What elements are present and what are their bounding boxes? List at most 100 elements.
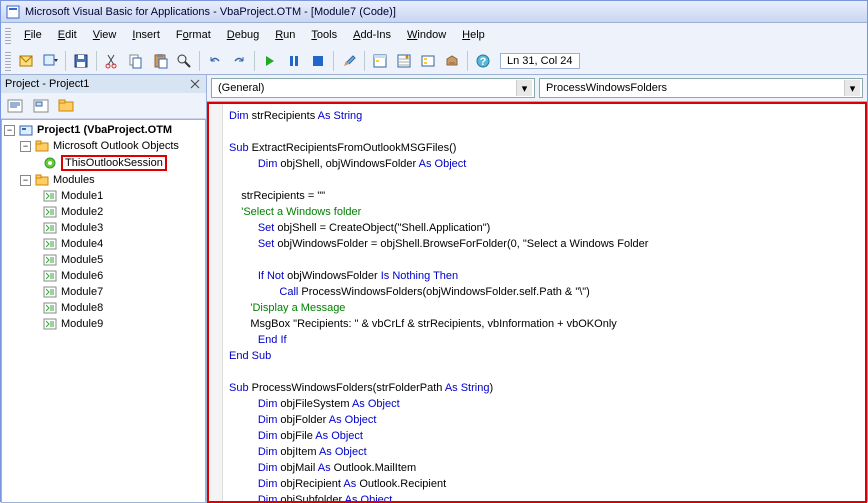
project-explorer-button[interactable] [369,50,391,72]
view-outlook-button[interactable] [15,50,37,72]
menu-debug[interactable]: Debug [220,27,266,43]
toolbox-button[interactable] [441,50,463,72]
tree-label: Project1 (VbaProject.OTM [37,124,172,136]
tree-module-module4[interactable]: Module4 [2,236,205,252]
code-gutter [209,104,223,501]
menu-view[interactable]: View [86,27,124,43]
code-editor-area: (General) ▾ ProcessWindowsFolders ▾ Dim … [207,75,867,503]
paste-button[interactable] [149,50,171,72]
view-code-button[interactable] [3,95,27,117]
tree-module-module2[interactable]: Module2 [2,204,205,220]
sep [65,51,66,71]
module-icon [42,205,58,219]
menu-tools[interactable]: Tools [304,27,344,43]
view-object-button[interactable] [29,95,53,117]
tree-module-module9[interactable]: Module9 [2,316,205,332]
tree-label: Module6 [61,270,103,282]
module-icon [42,253,58,267]
code-editor[interactable]: Dim strRecipients As String Sub ExtractR… [207,102,867,503]
workspace: Project - Project1 − Project1 (VbaProjec… [1,75,867,503]
sep [364,51,365,71]
break-button[interactable] [283,50,305,72]
folder-icon [34,139,50,153]
tree-module-module6[interactable]: Module6 [2,268,205,284]
project-panel-header: Project - Project1 [1,75,206,93]
project-icon [18,123,34,137]
find-button[interactable] [173,50,195,72]
menu-file[interactable]: File [17,27,49,43]
module-icon [42,317,58,331]
tree-label: Module1 [61,190,103,202]
toolbar-grip [5,51,11,71]
dropdown-value: (General) [218,82,264,94]
panel-close-button[interactable] [188,77,202,91]
project-explorer-panel: Project - Project1 − Project1 (VbaProjec… [1,75,207,503]
object-dropdown[interactable]: (General) ▾ [211,78,535,98]
chevron-down-icon: ▾ [844,80,860,96]
sep [254,51,255,71]
sep [96,51,97,71]
tree-label: Microsoft Outlook Objects [53,140,179,152]
properties-button[interactable] [393,50,415,72]
run-button[interactable] [259,50,281,72]
module-icon [42,269,58,283]
toggle-folders-button[interactable] [55,95,79,117]
module-icon [42,189,58,203]
dropdown-value: ProcessWindowsFolders [546,82,667,94]
toolbar: ? Ln 31, Col 24 [1,47,867,75]
procedure-dropdown[interactable]: ProcessWindowsFolders ▾ [539,78,863,98]
tree-label: Module5 [61,254,103,266]
tree-module-module5[interactable]: Module5 [2,252,205,268]
tree-label: Module9 [61,318,103,330]
tree-folder-outlook-objects[interactable]: − Microsoft Outlook Objects [2,138,205,154]
reset-button[interactable] [307,50,329,72]
folder-icon [34,173,50,187]
menu-insert[interactable]: Insert [125,27,167,43]
module-icon [42,285,58,299]
module-icon [42,237,58,251]
project-panel-title: Project - Project1 [5,78,89,90]
window-title: Microsoft Visual Basic for Applications … [25,6,396,18]
tree-label: Module2 [61,206,103,218]
menu-run[interactable]: Run [268,27,302,43]
sep [199,51,200,71]
cursor-position: Ln 31, Col 24 [500,53,580,69]
code-dropdown-bar: (General) ▾ ProcessWindowsFolders ▾ [207,75,867,102]
project-tree[interactable]: − Project1 (VbaProject.OTM − Microsoft O… [1,119,206,503]
tree-module-module7[interactable]: Module7 [2,284,205,300]
menu-addins[interactable]: Add-Ins [346,27,398,43]
app-icon [5,4,21,20]
collapse-icon[interactable]: − [4,125,15,136]
cut-button[interactable] [101,50,123,72]
design-mode-button[interactable] [338,50,360,72]
undo-button[interactable] [204,50,226,72]
object-browser-button[interactable] [417,50,439,72]
tree-this-outlook-session[interactable]: ThisOutlookSession [2,154,205,172]
tree-label: Modules [53,174,95,186]
svg-text:?: ? [480,56,487,68]
project-panel-toolbar [1,93,206,119]
tree-module-module8[interactable]: Module8 [2,300,205,316]
save-button[interactable] [70,50,92,72]
tree-module-module3[interactable]: Module3 [2,220,205,236]
tree-module-module1[interactable]: Module1 [2,188,205,204]
help-button[interactable]: ? [472,50,494,72]
copy-button[interactable] [125,50,147,72]
tree-label: Module8 [61,302,103,314]
module-icon [42,301,58,315]
menu-format[interactable]: Format [169,27,218,43]
menu-bar: File Edit View Insert Format Debug Run T… [1,23,867,47]
collapse-icon[interactable]: − [20,141,31,152]
menu-help[interactable]: Help [455,27,492,43]
tree-label: Module4 [61,238,103,250]
menu-grip [5,26,11,44]
chevron-down-icon: ▾ [516,80,532,96]
menu-edit[interactable]: Edit [51,27,84,43]
tree-project-root[interactable]: − Project1 (VbaProject.OTM [2,122,205,138]
title-bar: Microsoft Visual Basic for Applications … [1,1,867,23]
tree-folder-modules[interactable]: − Modules [2,172,205,188]
menu-window[interactable]: Window [400,27,453,43]
redo-button[interactable] [228,50,250,72]
insert-dropdown[interactable] [39,50,61,72]
collapse-icon[interactable]: − [20,175,31,186]
